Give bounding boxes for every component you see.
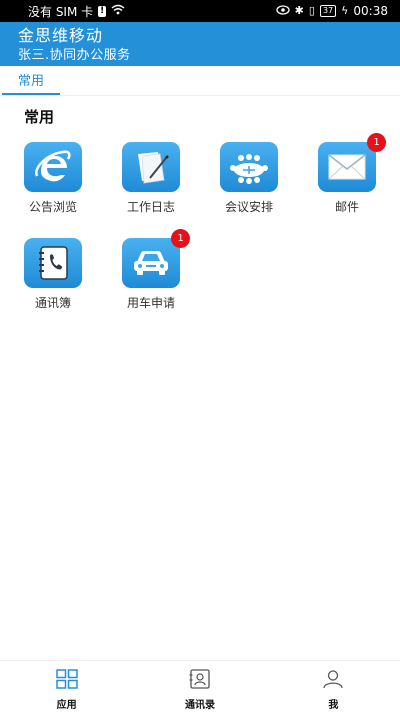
carrier-text: 没有 SIM 卡	[28, 4, 94, 19]
nav-me[interactable]: 我	[267, 661, 400, 712]
nav-label: 我	[328, 700, 339, 711]
status-right: ✱ ▯ 37 ϟ 00:38	[276, 4, 388, 18]
app-tile-phonebook[interactable]: 通讯簿	[8, 238, 98, 311]
charging-icon: ϟ	[341, 4, 349, 17]
person-icon	[322, 669, 344, 693]
app-subtitle: 张三.协同办公服务	[18, 48, 131, 63]
nav-contacts[interactable]: 通讯录	[133, 661, 266, 712]
phonebook-icon	[24, 238, 82, 288]
app-tile-car-request[interactable]: 1 用车申请	[106, 229, 196, 311]
app-label: 工作日志	[126, 200, 175, 214]
tab-bar: 常用	[0, 66, 400, 96]
pending-badge: 1	[171, 229, 190, 248]
section-title: 常用	[24, 108, 55, 126]
notepad-icon	[122, 142, 180, 192]
vibrate-icon: ▯	[308, 4, 315, 17]
nav-apps[interactable]: 应用	[0, 661, 133, 712]
app-title: 金思维移动	[18, 26, 104, 45]
app-label: 用车申请	[126, 296, 175, 310]
wifi-icon	[111, 4, 125, 18]
battery-icon: 37	[319, 5, 337, 17]
grid-icon	[55, 669, 78, 693]
app-label: 会议安排	[224, 200, 273, 214]
tab-common[interactable]: 常用	[2, 66, 60, 95]
app-label: 公告浏览	[28, 200, 77, 214]
app-label: 邮件	[334, 200, 359, 214]
meeting-icon	[220, 142, 278, 192]
status-bar: 没有 SIM 卡 ! ✱ ▯ 37 ϟ 00:38	[0, 0, 400, 22]
ie-icon	[24, 142, 82, 192]
app-tile-mail[interactable]: 1 邮件	[302, 133, 392, 215]
status-left: 没有 SIM 卡 !	[28, 3, 125, 20]
app-header: 金思维移动 张三.协同办公服务	[0, 22, 400, 66]
eye-icon	[276, 4, 290, 18]
app-tile-meetings[interactable]: 会议安排	[204, 142, 294, 215]
app-tile-work-log[interactable]: 工作日志	[106, 142, 196, 215]
bottom-nav: 应用 通讯录 我	[0, 660, 400, 712]
app-tile-announcements[interactable]: 公告浏览	[8, 142, 98, 215]
sim-alert-icon: !	[98, 5, 107, 17]
clock: 00:38	[353, 4, 388, 18]
envelope-icon: 1	[318, 133, 386, 192]
car-icon: 1	[122, 229, 190, 288]
unread-badge: 1	[367, 133, 386, 152]
contacts-icon	[189, 669, 211, 693]
bluetooth-icon: ✱	[294, 4, 304, 17]
nav-label: 应用	[56, 700, 77, 711]
app-label: 通讯簿	[34, 296, 71, 310]
nav-label: 通讯录	[184, 700, 215, 711]
